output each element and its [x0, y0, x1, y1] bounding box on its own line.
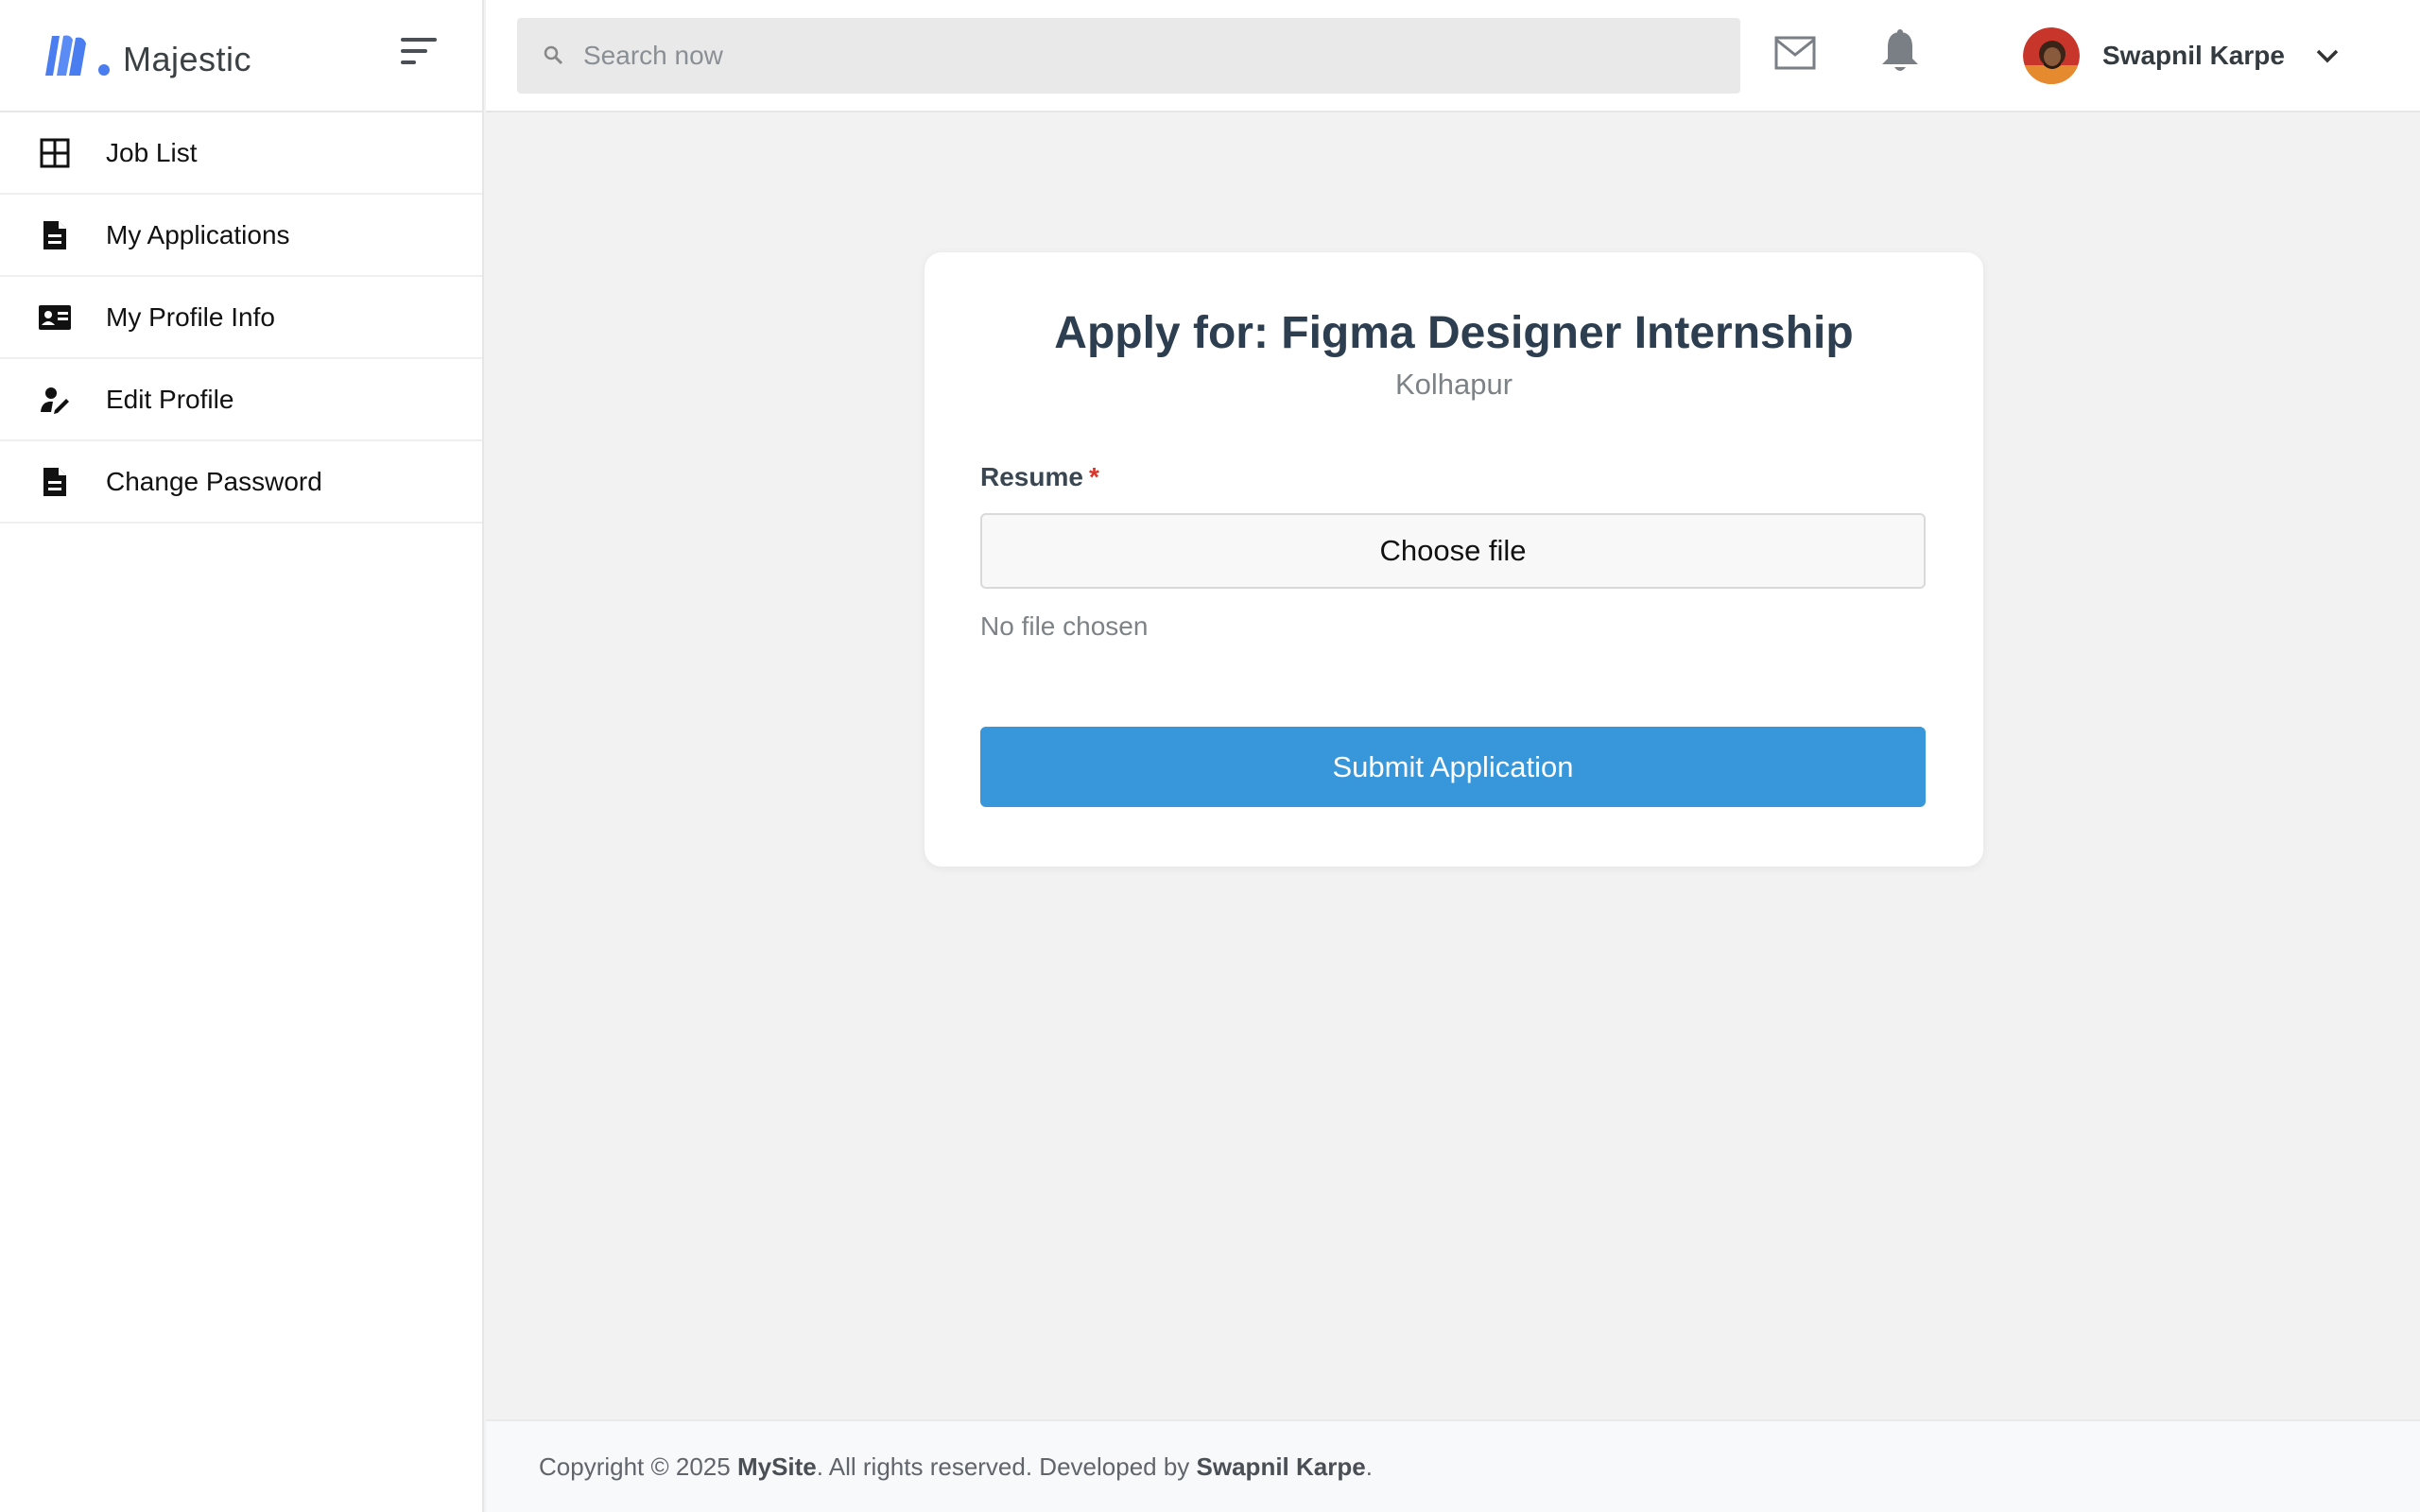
- document-icon: [38, 465, 72, 499]
- sidebar-item-job-list[interactable]: Job List: [0, 112, 482, 195]
- footer-developer-link[interactable]: Swapnil Karpe: [1197, 1452, 1366, 1482]
- submit-application-button[interactable]: Submit Application: [980, 727, 1926, 807]
- sidebar-item-my-profile-info[interactable]: My Profile Info: [0, 277, 482, 359]
- footer-copyright-prefix: Copyright © 2025: [539, 1452, 737, 1481]
- mail-icon[interactable]: [1773, 34, 1817, 72]
- footer-suffix: .: [1365, 1452, 1373, 1481]
- search-box[interactable]: [517, 18, 1740, 94]
- required-indicator: *: [1088, 462, 1099, 491]
- chevron-down-icon[interactable]: [2315, 48, 2340, 63]
- footer-site-link[interactable]: MySite: [737, 1452, 817, 1482]
- sidebar-item-label: My Profile Info: [106, 301, 275, 332]
- sidebar-item-my-applications[interactable]: My Applications: [0, 195, 482, 277]
- sidebar-item-label: Change Password: [106, 466, 322, 496]
- top-navbar: Swapnil Karpe: [486, 0, 2420, 112]
- main-content: Apply for: Figma Designer Internship Kol…: [486, 114, 2420, 1419]
- resume-label-text: Resume: [980, 462, 1083, 491]
- id-card-icon: [38, 301, 72, 335]
- brand-name: Majestic: [123, 39, 252, 78]
- sidebar-item-edit-profile[interactable]: Edit Profile: [0, 359, 482, 441]
- job-location: Kolhapur: [1394, 368, 1513, 401]
- grid-icon: [38, 136, 72, 170]
- document-icon: [38, 218, 72, 252]
- resume-file-input[interactable]: Choose file: [980, 513, 1926, 589]
- footer: Copyright © 2025 MySite . All rights res…: [486, 1419, 2420, 1512]
- sidebar-item-label: Job List: [106, 137, 198, 167]
- sidebar-item-change-password[interactable]: Change Password: [0, 441, 482, 524]
- resume-label: Resume *: [980, 462, 1099, 492]
- user-profile-menu[interactable]: Swapnil Karpe: [2023, 25, 2340, 87]
- search-input[interactable]: [583, 27, 1623, 84]
- sidebar: Majestic Job List My Applications My Pro…: [0, 0, 484, 1512]
- page-title: Apply for: Figma Designer Internship: [1054, 308, 1854, 358]
- user-name: Swapnil Karpe: [2102, 41, 2285, 70]
- sidebar-item-label: My Applications: [106, 219, 290, 249]
- file-status-text: No file chosen: [980, 611, 1149, 641]
- search-icon: [544, 45, 563, 65]
- sidebar-item-label: Edit Profile: [106, 384, 234, 414]
- brand: Majestic: [0, 0, 482, 112]
- avatar: [2023, 27, 2080, 84]
- bell-icon[interactable]: [1879, 28, 1921, 76]
- sidebar-nav: Job List My Applications My Profile Info…: [0, 112, 482, 524]
- menu-toggle-icon[interactable]: [401, 38, 439, 68]
- footer-middle-text: . All rights reserved. Developed by: [816, 1452, 1197, 1481]
- application-form-card: Apply for: Figma Designer Internship Kol…: [925, 252, 1983, 867]
- user-edit-icon: [38, 383, 72, 417]
- majestic-logo-icon[interactable]: [42, 30, 112, 81]
